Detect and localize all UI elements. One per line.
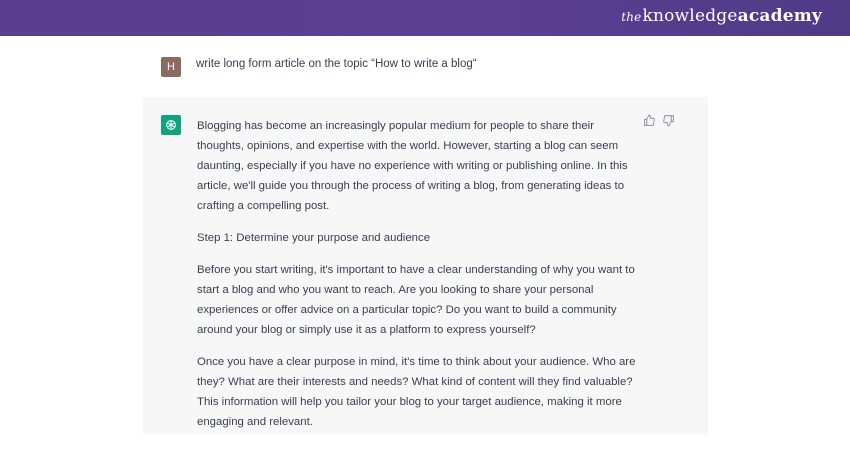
user-message-text: write long form article on the topic “Ho…	[196, 58, 477, 70]
user-avatar: H	[161, 57, 181, 77]
paragraph-purpose: Before you start writing, it's important…	[197, 264, 635, 336]
top-banner: theknowledgeacademy	[0, 0, 850, 36]
openai-logo-icon	[161, 115, 181, 135]
paragraph-audience: Once you have a clear purpose in mind, i…	[197, 356, 636, 428]
thumbs-down-icon[interactable]	[662, 114, 675, 127]
assistant-message-block: Blogging has become an increasingly popu…	[143, 97, 708, 434]
brand-logo: theknowledgeacademy	[621, 6, 822, 26]
brand-suffix: academy	[737, 6, 822, 26]
brand-prefix: the	[621, 10, 642, 24]
paragraph-step-heading: Step 1: Determine your purpose and audie…	[197, 232, 431, 244]
assistant-message-content: Blogging has become an increasingly popu…	[197, 116, 642, 444]
thumbs-up-icon[interactable]	[643, 114, 656, 127]
paragraph-intro: Blogging has become an increasingly popu…	[197, 120, 628, 212]
feedback-buttons	[643, 114, 675, 127]
brand-mid: knowledge	[642, 6, 738, 26]
user-message-row: H write long form article on the topic “…	[0, 36, 850, 97]
